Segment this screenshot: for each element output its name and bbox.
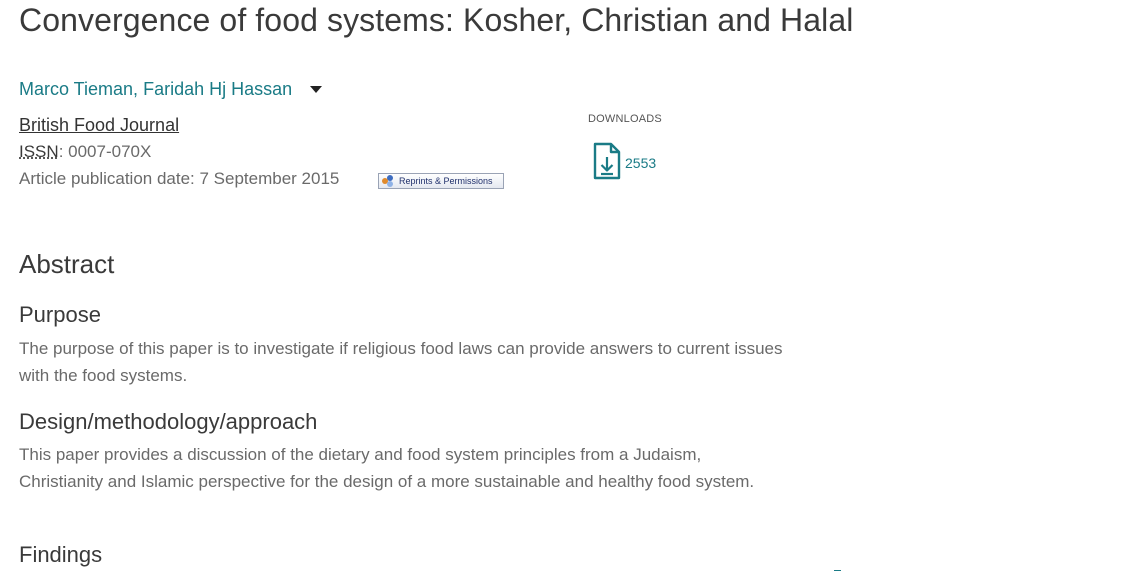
issn-value: : 0007-070X <box>58 142 152 161</box>
section-text-design: This paper provides a discussion of the … <box>19 445 755 491</box>
section-heading-design: Design/methodology/approach <box>19 409 318 434</box>
author-separator: , <box>133 79 139 99</box>
section-text-purpose: The purpose of this paper is to investig… <box>19 339 783 385</box>
section-heading-purpose: Purpose <box>19 302 101 327</box>
caret-down-icon[interactable] <box>310 86 323 93</box>
article-title: Convergence of food systems: Kosher, Chr… <box>19 2 854 38</box>
section-heading-findings: Findings <box>19 542 103 567</box>
author-link[interactable]: Marco Tieman <box>19 79 133 100</box>
reprints-icon <box>382 175 394 187</box>
authors-list: Marco Tieman, Faridah Hj Hassan <box>19 79 323 100</box>
divider-mark <box>834 570 841 571</box>
downloads-label: DOWNLOADS <box>588 113 662 125</box>
author-link[interactable]: Faridah Hj Hassan <box>143 79 292 100</box>
reprints-permissions-button[interactable]: Reprints & Permissions <box>378 173 504 189</box>
journal-link[interactable]: British Food Journal <box>19 115 179 136</box>
issn-abbreviation: ISSN <box>19 142 59 161</box>
publication-date: Article publication date: 7 September 20… <box>19 169 340 188</box>
reprints-label: Reprints & Permissions <box>399 176 493 186</box>
article-page: Convergence of food systems: Kosher, Chr… <box>0 0 1141 576</box>
issn-line: ISSN: 0007-070X <box>19 142 151 162</box>
abstract-heading: Abstract <box>19 249 115 279</box>
file-download-icon <box>593 142 621 180</box>
downloads-count[interactable]: 2553 <box>625 155 656 171</box>
